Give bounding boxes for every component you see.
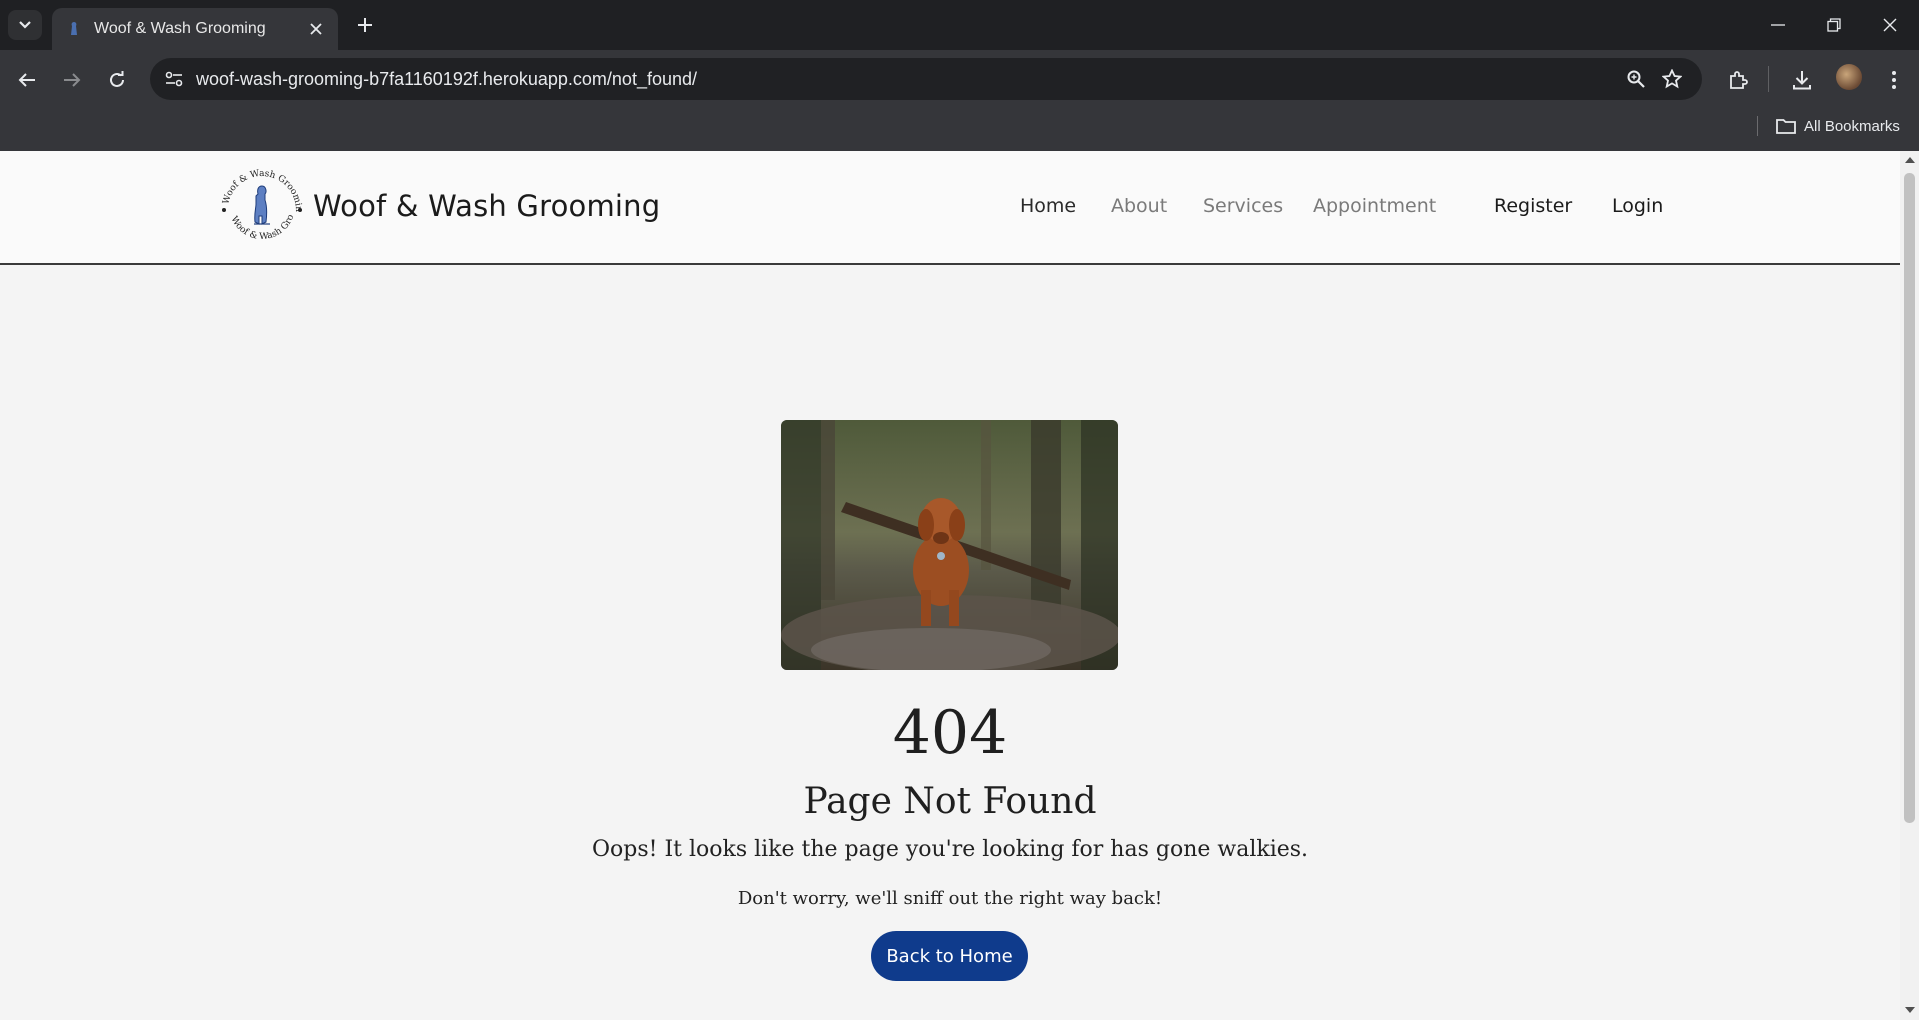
site-info-icon[interactable]	[158, 63, 190, 95]
more-menu-icon[interactable]	[1876, 62, 1912, 98]
nav-home[interactable]: Home	[1020, 195, 1076, 217]
error-title: Page Not Found	[803, 781, 1097, 822]
downloads-icon[interactable]	[1784, 62, 1820, 98]
page-scrollbar[interactable]	[1900, 151, 1919, 1020]
restore-button[interactable]	[1806, 0, 1862, 50]
error-submessage: Don't worry, we'll sniff out the right w…	[737, 888, 1163, 909]
arrow-right-icon	[64, 73, 81, 87]
bookmarks-divider	[1757, 116, 1758, 136]
new-tab-button[interactable]	[350, 10, 380, 40]
chevron-down-icon	[19, 21, 31, 29]
nav-services[interactable]: Services	[1203, 195, 1283, 217]
url-path: /not_found/	[606, 69, 698, 89]
extensions-icon[interactable]	[1720, 62, 1756, 98]
tab-search-button[interactable]	[8, 10, 42, 40]
close-window-button[interactable]	[1862, 0, 1918, 50]
dog-silhouette-icon	[254, 185, 270, 225]
error-code: 404	[892, 698, 1008, 768]
address-bar[interactable]: woof-wash-grooming-b7fa1160192f.herokuap…	[150, 58, 1702, 100]
nav-appointment[interactable]: Appointment	[1313, 195, 1436, 217]
scroll-down-arrow-icon[interactable]	[1905, 1007, 1915, 1013]
reload-icon	[110, 71, 124, 87]
plus-icon	[358, 18, 372, 32]
reload-button[interactable]	[99, 62, 135, 98]
minimize-button[interactable]	[1750, 0, 1806, 50]
close-tab-icon[interactable]	[302, 15, 330, 43]
tab-title: Woof & Wash Grooming	[94, 20, 266, 37]
scrollbar-thumb[interactable]	[1904, 173, 1915, 823]
arrow-left-icon	[18, 73, 35, 87]
close-icon	[1883, 18, 1897, 32]
bookmark-star-icon[interactable]	[1656, 63, 1688, 95]
zoom-icon[interactable]	[1620, 63, 1652, 95]
minimize-icon	[1771, 24, 1785, 26]
site-header: Woof & Wash Grooming Woof & Wash Groomin…	[0, 151, 1900, 265]
toolbar-divider	[1768, 66, 1769, 92]
browser-tab[interactable]: Woof & Wash Grooming	[52, 8, 338, 50]
nav-about[interactable]: About	[1111, 195, 1167, 217]
register-link[interactable]: Register	[1494, 195, 1572, 217]
error-message: Oops! It looks like the page you're look…	[591, 837, 1309, 862]
brand-name[interactable]: Woof & Wash Grooming	[313, 189, 660, 223]
bookmarks-bar: All Bookmarks	[0, 108, 1919, 151]
web-page: Woof & Wash Grooming Woof & Wash Groomin…	[0, 151, 1900, 1020]
browser-toolbar: woof-wash-grooming-b7fa1160192f.herokuap…	[0, 50, 1919, 108]
puppy-photo	[781, 420, 1118, 670]
url-text: woof-wash-grooming-b7fa1160192f.herokuap…	[196, 69, 697, 90]
all-bookmarks-button[interactable]: All Bookmarks	[1776, 114, 1900, 138]
scroll-up-arrow-icon[interactable]	[1905, 157, 1915, 163]
back-button[interactable]	[9, 62, 45, 98]
login-link[interactable]: Login	[1612, 195, 1663, 217]
restore-icon	[1827, 18, 1841, 32]
profile-avatar[interactable]	[1836, 64, 1862, 90]
all-bookmarks-label: All Bookmarks	[1804, 117, 1900, 135]
brand-logo[interactable]: Woof & Wash Grooming Woof & Wash Groomin…	[214, 157, 306, 252]
back-to-home-button[interactable]: Back to Home	[871, 931, 1028, 981]
forward-button[interactable]	[54, 62, 90, 98]
dog-favicon-icon	[66, 21, 82, 37]
url-host: woof-wash-grooming-b7fa1160192f.herokuap…	[196, 69, 607, 89]
browser-tab-bar: Woof & Wash Grooming	[0, 0, 1919, 50]
folder-icon	[1776, 119, 1796, 134]
